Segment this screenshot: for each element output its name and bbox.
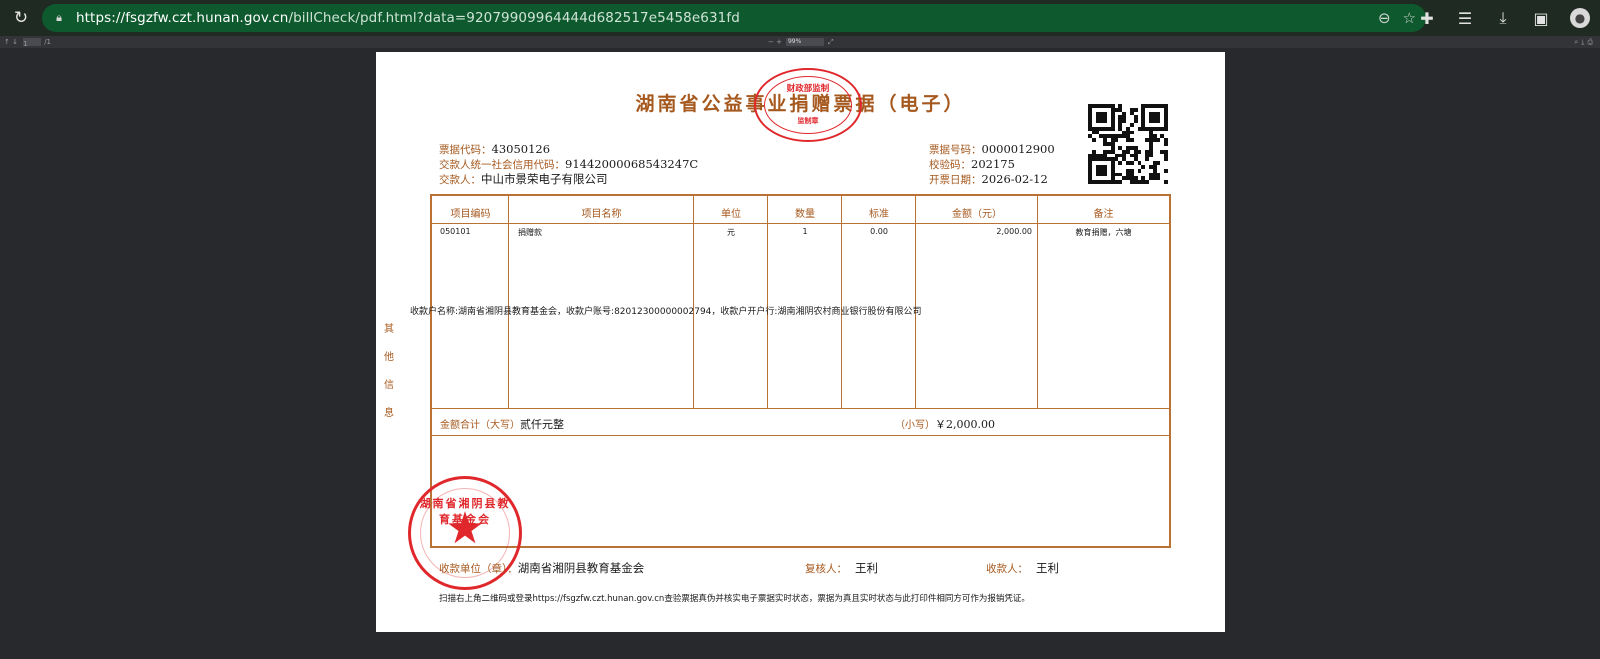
reviewer-line: 复核人： 王利 <box>805 560 878 576</box>
cell-code: 050101 <box>440 227 471 236</box>
pdf-toolbar: ↑ ↓ 1/1 − +99% ⤢ ⌕⤓⎙ <box>0 36 1600 48</box>
url-text[interactable]: https://fsgzfw.czt.hunan.gov.cn/billChec… <box>76 10 740 26</box>
address-bar[interactable]: 🔒︎ https://fsgzfw.czt.hunan.gov.cn/billC… <box>42 4 1426 32</box>
total-lower-label: （小写） <box>895 420 935 431</box>
cell-remark: 教育捐赠，六塘 <box>1075 228 1132 237</box>
header-qty: 数量 <box>795 209 815 220</box>
finance-seal: 财政部监制 监制章 <box>754 68 862 142</box>
remark-side-char: 信 <box>384 380 394 391</box>
browser-toolbar: ↻ 🔒︎ https://fsgzfw.czt.hunan.gov.cn/bil… <box>0 0 1600 36</box>
collector-line: 收款人： 王利 <box>986 560 1059 576</box>
header-std: 标准 <box>869 209 889 220</box>
receiver-line: 收款单位（章）：湖南省湘阴县教育基金会 <box>439 560 644 576</box>
payer-id-label: 交款人统一社会信用代码： <box>439 159 565 171</box>
collector-value: 王利 <box>1036 561 1059 575</box>
receiver-value: 湖南省湘阴县教育基金会 <box>517 561 645 575</box>
url-path: /billCheck/pdf.html?data=92079909964444d… <box>288 10 740 26</box>
favorites-icon[interactable]: ☰ <box>1456 9 1474 28</box>
zoom-out-icon[interactable]: ⊖ <box>1378 9 1391 27</box>
header-name: 项目名称 <box>581 209 622 220</box>
date-label: 开票日期： <box>929 174 982 186</box>
extensions-icon[interactable]: ✚ <box>1418 9 1436 28</box>
remark-side-char: 息 <box>384 408 394 419</box>
verification-note: 扫描右上角二维码或登录https://fsgzfw.czt.hunan.gov.… <box>439 594 1030 604</box>
header-code: 项目编码 <box>450 209 491 220</box>
star-icon[interactable]: ☆ <box>1403 9 1416 27</box>
total-row: 金额合计（大写）贰仟元整 （小写）￥2,000.00 <box>432 408 1169 436</box>
pdf-page: 湖南省公益事业捐赠票据（电子） 财政部监制 监制章 票据代码：43050126 … <box>376 52 1225 632</box>
payer-id-value: 91442000068543247C <box>565 157 699 171</box>
remark-side-label: 其 他 信 息 <box>384 316 394 428</box>
receiver-label: 收款单位（章）： <box>439 563 518 575</box>
star-icon: ★ <box>445 503 485 554</box>
reviewer-value: 王利 <box>855 561 878 575</box>
qr-code <box>1088 104 1168 184</box>
header-unit: 单位 <box>721 209 741 220</box>
cell-qty: 1 <box>802 227 808 236</box>
date-value: 2026-02-12 <box>981 172 1048 186</box>
cell-unit: 元 <box>727 228 735 237</box>
total-upper-value: 贰仟元整 <box>520 418 564 431</box>
header-amount: 金额（元） <box>952 209 1002 220</box>
remark-text: 收款户名称:湖南省湘阴县教育基金会，收款户账号:8201230000000279… <box>410 307 922 317</box>
cell-std: 0.00 <box>870 227 888 236</box>
finance-seal-text: 财政部监制 <box>786 84 830 94</box>
total-upper-label: 金额合计（大写） <box>440 420 520 431</box>
downloads-icon[interactable]: ⤓ <box>1494 8 1512 28</box>
zoom-in-button[interactable]: + <box>776 38 782 46</box>
pdf-actions: ⌕⤓⎙ <box>1574 36 1596 48</box>
zoom-out-button[interactable]: − <box>768 38 774 46</box>
screenshot-icon[interactable]: ▣ <box>1532 9 1550 28</box>
code-value: 43050126 <box>491 142 551 156</box>
cell-name: 捐赠款 <box>518 228 542 237</box>
receipt-header-right: 票据号码：0000012900 校验码：202175 开票日期：2026-02-… <box>929 142 1055 187</box>
fit-icon[interactable]: ⤢ <box>828 38 834 46</box>
payer-label: 交款人： <box>439 174 481 186</box>
reviewer-label: 复核人： <box>805 563 847 575</box>
avatar-icon[interactable]: ● <box>1570 8 1590 28</box>
print-icon[interactable]: ⎙ <box>1587 38 1596 46</box>
page-total: /1 <box>44 38 51 46</box>
page-number-input[interactable]: 1 <box>23 38 42 48</box>
reload-icon[interactable]: ↻ <box>10 7 32 29</box>
page-controls: ↑ ↓ 1/1 <box>4 38 51 48</box>
collector-label: 收款人： <box>986 563 1028 575</box>
items-table: 项目编码 项目名称 单位 数量 标准 金额（元） 备注 050101 捐赠款 元… <box>430 194 1171 548</box>
url-host: https://fsgzfw.czt.hunan.gov.cn <box>76 10 289 26</box>
check-value: 202175 <box>971 157 1015 171</box>
lock-icon[interactable]: 🔒︎ <box>52 11 66 25</box>
code-label: 票据代码： <box>439 144 492 156</box>
finance-seal-subtext: 监制章 <box>797 117 819 125</box>
receipt-header-left: 票据代码：43050126 交款人统一社会信用代码：91442000068543… <box>439 142 698 187</box>
zoom-controls: − +99% ⤢ <box>768 36 834 48</box>
remark-side-char: 其 <box>384 324 394 335</box>
payer-value: 中山市景荣电子有限公司 <box>481 172 608 186</box>
total-lower-value: ￥2,000.00 <box>935 418 995 431</box>
cell-amount: 2,000.00 <box>996 227 1032 236</box>
no-value: 0000012900 <box>981 142 1055 156</box>
remark-side-char: 他 <box>384 352 394 363</box>
check-label: 校验码： <box>929 159 971 171</box>
zoom-select[interactable]: 99% <box>785 38 824 46</box>
header-remark: 备注 <box>1093 209 1114 220</box>
no-label: 票据号码： <box>929 144 982 156</box>
